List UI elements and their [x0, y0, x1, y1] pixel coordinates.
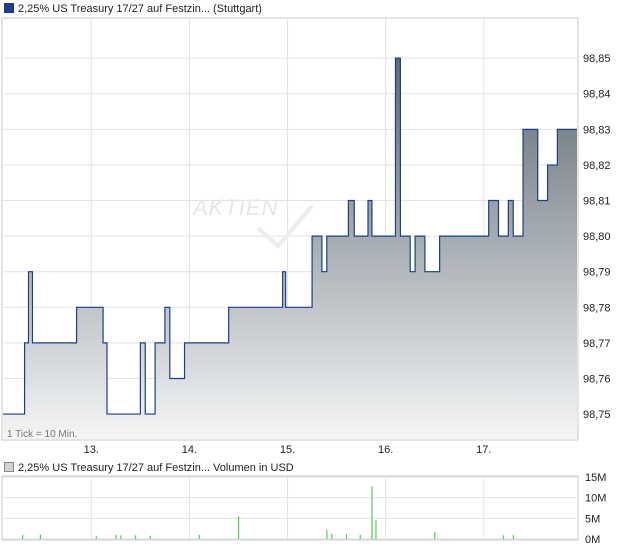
price-y-tick-label: 98,77 — [583, 338, 611, 350]
volume-bar — [22, 534, 24, 539]
price-x-axis: 13. 14. 15. 16. 17. — [84, 444, 492, 456]
volume-bar — [237, 516, 240, 539]
watermark-text: AKTIEN — [191, 195, 278, 220]
volume-bar — [345, 534, 348, 539]
volume-bar — [512, 534, 514, 539]
price-y-tick-label: 98,81 — [583, 196, 611, 208]
volume-y-tick-label: 15M — [585, 472, 606, 484]
price-y-tick-label: 98,75 — [583, 409, 611, 421]
price-plot — [3, 57, 577, 440]
x-tick-label: 15. — [280, 444, 295, 456]
volume-y-axis: 0M 5M 10M 15M — [585, 472, 606, 546]
price-y-tick-label: 98,79 — [583, 267, 611, 279]
volume-y-tick-label: 10M — [585, 493, 606, 505]
volume-bar — [359, 534, 361, 539]
volume-bar — [375, 520, 377, 539]
volume-bars — [22, 486, 514, 539]
x-tick-label: 13. — [84, 444, 99, 456]
volume-bar — [39, 534, 41, 539]
x-tick-label: 16. — [378, 444, 393, 456]
x-tick-label: 14. — [182, 444, 197, 456]
volume-bar — [502, 535, 505, 539]
volume-bar — [371, 486, 373, 539]
volume-y-tick-label: 5M — [585, 513, 600, 525]
price-y-tick-label: 98,76 — [583, 373, 611, 385]
chart-canvas: AKTIEN 98,7598,7698,7798,7898,7998,8098,… — [1, 17, 611, 546]
volume-bar — [149, 535, 151, 539]
price-y-tick-label: 98,83 — [583, 124, 611, 136]
price-y-tick-label: 98,78 — [583, 302, 611, 314]
volume-bar — [115, 534, 117, 539]
volume-bar — [434, 531, 436, 539]
price-y-tick-label: 98,85 — [583, 53, 611, 65]
price-y-tick-label: 98,82 — [583, 160, 611, 172]
price-y-tick-label: 98,84 — [583, 89, 611, 101]
volume-y-tick-label: 0M — [585, 534, 600, 546]
volume-bar — [331, 533, 333, 539]
volume-bar — [120, 535, 122, 539]
volume-grid — [3, 476, 577, 540]
volume-bar — [134, 535, 137, 539]
price-area — [3, 58, 577, 440]
price-y-axis: 98,75 98,76 98,77 98,78 98,79 98,80 98,81 98,82… — [583, 53, 611, 421]
tick-note: 1 Tick = 10 Min. — [7, 429, 77, 440]
price-y-tick-label: 98,80 — [583, 231, 611, 243]
volume-bar — [198, 534, 200, 539]
volume-bar — [326, 529, 328, 539]
x-tick-label: 17. — [476, 444, 491, 456]
volume-bar — [95, 536, 97, 539]
volume-frame — [1, 475, 579, 541]
